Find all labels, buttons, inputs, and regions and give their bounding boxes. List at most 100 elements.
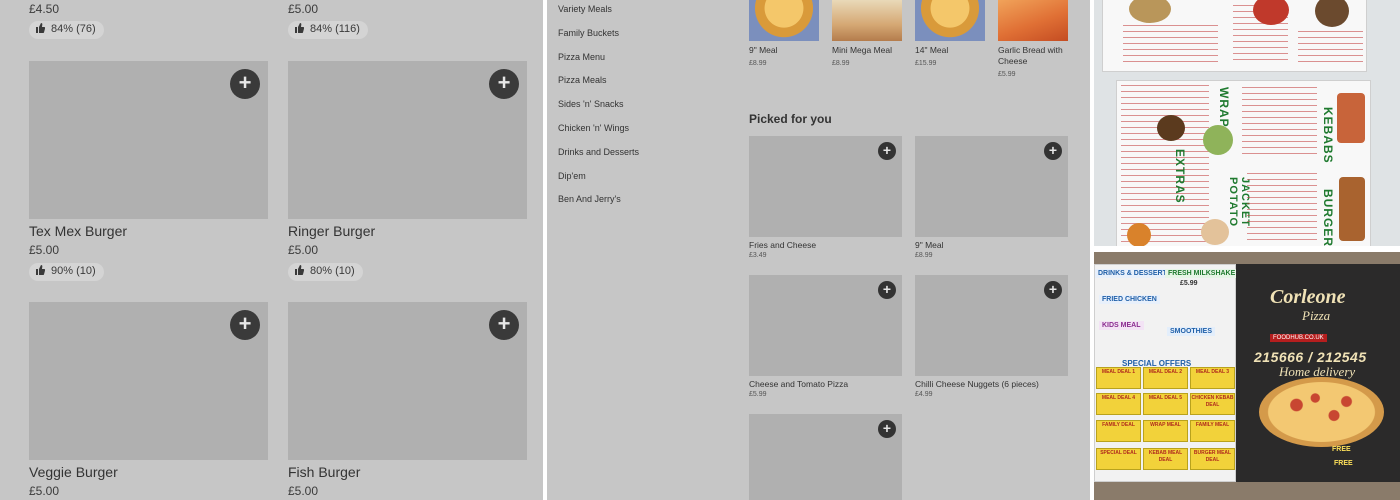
section-title: Picked for you: [749, 112, 832, 126]
food-photo: [1337, 93, 1365, 143]
item-image-placeholder[interactable]: +: [749, 414, 902, 500]
food-photo: [1201, 219, 1229, 245]
category-link[interactable]: Drinks and Desserts: [558, 147, 639, 171]
add-item-button[interactable]: +: [230, 310, 260, 340]
item-photo[interactable]: [998, 0, 1068, 41]
item-name: Ringer Burger: [288, 223, 376, 239]
item-name: Chilli Cheese Nuggets (6 pieces): [915, 379, 1039, 389]
food-photo: [1127, 223, 1151, 246]
item-name: Tex Mex Burger: [29, 223, 128, 239]
burgers-heading: BURGERS: [1321, 189, 1335, 246]
add-item-button[interactable]: +: [1044, 142, 1062, 160]
item-image-placeholder[interactable]: +: [288, 302, 527, 460]
add-item-button[interactable]: +: [1044, 281, 1062, 299]
item-name: 9" Meal: [749, 45, 778, 55]
item-name: Garlic Bread with Cheese: [998, 45, 1063, 66]
menu-item-card[interactable]: + Ringer Burger £5.00 80% (10): [288, 61, 527, 281]
add-item-button[interactable]: +: [878, 142, 896, 160]
carousel-item[interactable]: 9" Meal £8.99: [749, 45, 825, 69]
menu-item-card[interactable]: + 9" Meal £8.99: [915, 136, 1068, 259]
item-price: £5.00: [29, 484, 60, 498]
add-item-button[interactable]: +: [878, 420, 896, 438]
deal-box: MEAL DEAL 5: [1143, 393, 1188, 415]
category-link[interactable]: Family Buckets: [558, 28, 639, 52]
rating-badge: 80% (10): [288, 263, 363, 281]
menu-item-card[interactable]: + Tex Mex Burger £5.00 90% (10): [29, 61, 268, 281]
deal-box: FAMILY MEAL: [1190, 420, 1235, 442]
deal-box: CHICKEN KEBAB DEAL: [1190, 393, 1235, 415]
item-image-placeholder[interactable]: +: [29, 302, 268, 460]
deal-box: FAMILY DEAL: [1096, 420, 1141, 442]
item-price: £8.99: [832, 60, 850, 67]
add-item-button[interactable]: +: [230, 69, 260, 99]
leaflet-left: DRINKS & DESSERTS FRESH MILKSHAKE £5.99 …: [1094, 264, 1239, 482]
item-name: Fries and Cheese: [749, 240, 817, 250]
free-offer-text: FREE: [1334, 460, 1353, 467]
phone-numbers: 215666 / 212545: [1254, 349, 1367, 365]
item-price: £5.00: [288, 2, 319, 16]
item-price: £5.00: [288, 484, 319, 498]
menu-leaflet-photo[interactable]: DRINKS & DESSERTS FRESH MILKSHAKE £5.99 …: [1094, 252, 1400, 500]
category-link[interactable]: Chicken 'n' Wings: [558, 123, 639, 147]
thumbs-up-icon: [36, 265, 45, 275]
item-price: £3.49: [749, 252, 767, 259]
kids-meal-heading: KIDS MEAL: [1099, 321, 1144, 330]
item-image-placeholder[interactable]: +: [288, 61, 527, 219]
carousel-item[interactable]: 14" Meal £15.99: [915, 45, 991, 69]
item-image-placeholder[interactable]: +: [749, 275, 902, 376]
menu-item-card[interactable]: + Veggie Burger £5.00: [29, 302, 268, 498]
carousel-item[interactable]: Garlic Bread with Cheese £5.99: [998, 45, 1074, 80]
add-item-button[interactable]: +: [489, 69, 519, 99]
item-name: Veggie Burger: [29, 464, 118, 480]
menu-item-card[interactable]: + Fries and Cheese £3.49: [749, 136, 902, 259]
extras-heading: EXTRAS: [1173, 149, 1187, 204]
item-price: £4.99: [915, 391, 933, 398]
add-item-button[interactable]: +: [878, 281, 896, 299]
carousel-item[interactable]: Mini Mega Meal £8.99: [832, 45, 908, 69]
item-image-placeholder[interactable]: +: [915, 275, 1068, 376]
category-sidebar: Variety Meals Family Buckets Pizza Menu …: [558, 4, 639, 218]
leaflet-top: [1102, 0, 1367, 72]
menu-item-card[interactable]: +: [749, 414, 902, 500]
deal-box: SPECIAL DEAL: [1096, 448, 1141, 470]
price-rows: [1247, 173, 1317, 245]
food-photo: [1315, 0, 1349, 27]
item-price: £8.99: [915, 252, 933, 259]
category-link[interactable]: Pizza Meals: [558, 75, 639, 99]
category-link[interactable]: Dip'em: [558, 171, 639, 195]
rating-badge: 84% (76): [29, 21, 104, 39]
item-name: Cheese and Tomato Pizza: [749, 379, 849, 389]
category-link[interactable]: Ben And Jerry's: [558, 194, 639, 218]
drinks-heading: DRINKS & DESSERTS: [1095, 269, 1175, 278]
item-photo[interactable]: [832, 0, 902, 41]
category-link[interactable]: Pizza Menu: [558, 52, 639, 76]
category-link[interactable]: Variety Meals: [558, 4, 639, 28]
item-price: £5.00: [288, 243, 319, 257]
menu-item-card[interactable]: + Cheese and Tomato Pizza £5.99: [749, 275, 902, 398]
thumbs-up-icon: [295, 23, 304, 33]
price-rows: [1298, 31, 1363, 67]
thumbs-up-icon: [36, 23, 45, 33]
item-name: 9" Meal: [915, 240, 944, 250]
item-price: £4.50: [29, 2, 60, 16]
category-link[interactable]: Sides 'n' Snacks: [558, 99, 639, 123]
item-photo[interactable]: [749, 0, 819, 41]
menu-photos-panel: WRAPS EXTRAS JACKET POTATO KEBABS BURGER…: [1094, 0, 1400, 500]
item-price: £5.99: [998, 71, 1016, 78]
item-photo[interactable]: [915, 0, 985, 41]
deal-box: WRAP MEAL: [1143, 420, 1188, 442]
add-item-button[interactable]: +: [489, 310, 519, 340]
deal-box: MEAL DEAL 2: [1143, 367, 1188, 389]
menu-item-card[interactable]: + Fish Burger £5.00: [288, 302, 527, 498]
item-image-placeholder[interactable]: +: [29, 61, 268, 219]
deal-box: BURGER MEAL DEAL: [1190, 448, 1235, 470]
food-photo: [1129, 0, 1171, 23]
item-image-placeholder[interactable]: +: [749, 136, 902, 237]
milkshake-price: £5.99: [1180, 280, 1198, 287]
menu-leaflet-photo[interactable]: WRAPS EXTRAS JACKET POTATO KEBABS BURGER…: [1094, 0, 1400, 246]
food-photo: [1203, 125, 1233, 155]
deal-box: MEAL DEAL 1: [1096, 367, 1141, 389]
menu-item-card[interactable]: + Chilli Cheese Nuggets (6 pieces) £4.99: [915, 275, 1068, 398]
item-image-placeholder[interactable]: +: [915, 136, 1068, 237]
item-name: 14" Meal: [915, 45, 949, 55]
